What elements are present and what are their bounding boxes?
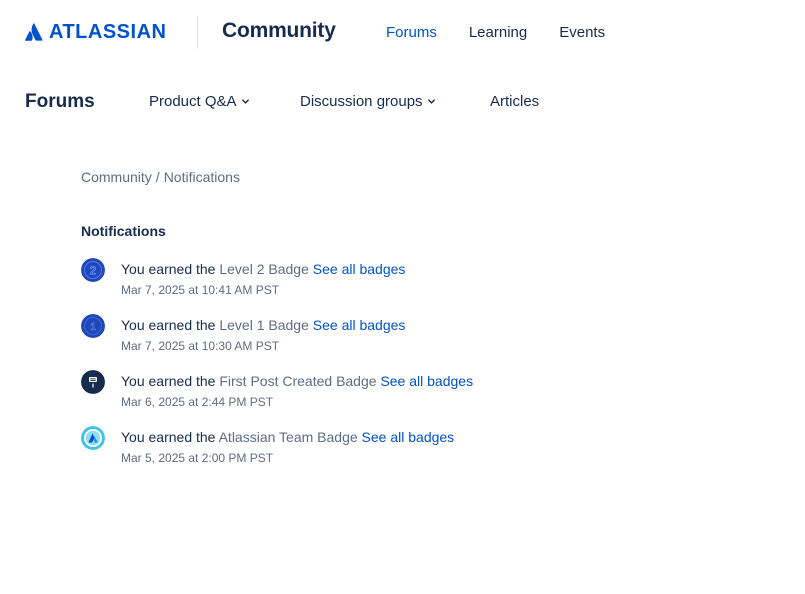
notification-item: You earned the First Post Created Badge …	[81, 370, 681, 426]
breadcrumb-separator: /	[155, 169, 160, 185]
badge-name: Level 1 Badge	[219, 317, 309, 333]
notification-timestamp: Mar 6, 2025 at 2:44 PM PST	[121, 395, 274, 409]
brand-wordmark: ATLASSIAN	[49, 20, 167, 43]
notification-timestamp: Mar 7, 2025 at 10:41 AM PST	[121, 283, 280, 297]
notifications-list: 2 You earned the Level 2 Badge See all b…	[81, 258, 681, 482]
first-post-badge-icon	[81, 370, 105, 394]
see-all-badges-link[interactable]: See all badges	[362, 429, 455, 445]
badge-name: Level 2 Badge	[219, 261, 309, 277]
level-2-badge-icon: 2	[81, 258, 105, 282]
subnav-articles[interactable]: Articles	[490, 93, 539, 110]
community-title[interactable]: Community	[222, 19, 336, 43]
notification-message: You earned the Level 1 Badge See all bad…	[121, 317, 405, 333]
notification-message: You earned the First Post Created Badge …	[121, 373, 473, 389]
svg-text:1: 1	[90, 322, 96, 333]
atlassian-logo-icon	[25, 23, 43, 41]
breadcrumb-notifications[interactable]: Notifications	[164, 169, 240, 185]
notification-prefix: You earned the	[121, 261, 216, 277]
subnav-title[interactable]: Forums	[25, 91, 95, 113]
notification-message: You earned the Atlassian Team Badge See …	[121, 429, 454, 445]
level-1-badge-icon: 1	[81, 314, 105, 338]
notification-item: You earned the Atlassian Team Badge See …	[81, 426, 681, 482]
chevron-down-icon	[241, 99, 249, 104]
subnav-item-label: Articles	[490, 93, 540, 110]
see-all-badges-link[interactable]: See all badges	[380, 373, 473, 389]
forums-subnav: Forums Product Q&A Discussion groups Art…	[25, 90, 785, 114]
notifications-heading: Notifications	[81, 223, 166, 239]
chevron-down-icon	[427, 99, 435, 104]
brand-divider	[197, 16, 198, 49]
notification-timestamp: Mar 7, 2025 at 10:30 AM PST	[121, 339, 280, 353]
subnav-item-label: Discussion groups	[300, 93, 423, 110]
nav-learning[interactable]: Learning	[469, 24, 527, 41]
atlassian-logo[interactable]: ATLASSIAN	[25, 20, 166, 44]
notification-item: 1 You earned the Level 1 Badge See all b…	[81, 314, 681, 370]
nav-events[interactable]: Events	[559, 24, 605, 41]
subnav-discussion-groups[interactable]: Discussion groups	[300, 93, 436, 110]
notification-prefix: You earned the	[121, 317, 216, 333]
atlassian-team-badge-icon	[81, 426, 105, 450]
subnav-item-label: Product Q&A	[149, 93, 237, 110]
subnav-product-qa[interactable]: Product Q&A	[149, 93, 250, 110]
breadcrumb-community[interactable]: Community	[81, 169, 152, 185]
notification-prefix: You earned the	[121, 373, 216, 389]
badge-name: First Post Created Badge	[219, 373, 377, 389]
badge-name: Atlassian Team Badge	[218, 429, 358, 445]
main-nav: Forums Learning Events	[386, 24, 637, 41]
top-header: ATLASSIAN Community Forums Learning Even…	[0, 0, 805, 66]
nav-forums[interactable]: Forums	[386, 24, 437, 41]
see-all-badges-link[interactable]: See all badges	[313, 317, 406, 333]
notification-message: You earned the Level 2 Badge See all bad…	[121, 261, 405, 277]
svg-text:2: 2	[90, 264, 97, 278]
notification-prefix: You earned the	[121, 429, 216, 445]
breadcrumb: Community / Notifications	[81, 169, 240, 185]
see-all-badges-link[interactable]: See all badges	[313, 261, 406, 277]
notification-item: 2 You earned the Level 2 Badge See all b…	[81, 258, 681, 314]
notification-timestamp: Mar 5, 2025 at 2:00 PM PST	[121, 451, 274, 465]
